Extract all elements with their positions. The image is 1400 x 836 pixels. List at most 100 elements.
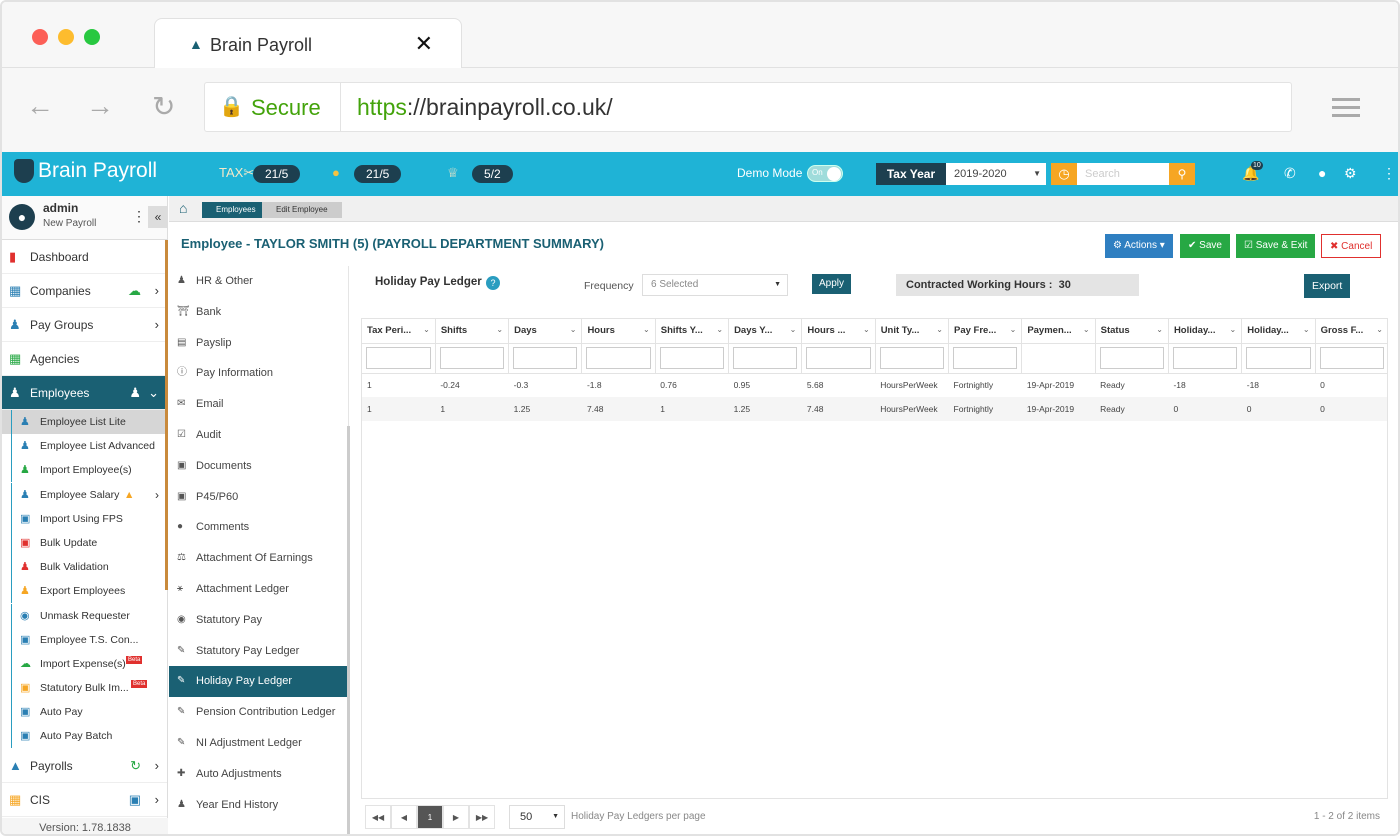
save-exit-button[interactable]: ☑ Save & Exit [1236,234,1316,258]
actions-button[interactable]: ⚙ Actions ▾ [1105,234,1173,258]
page-size-select[interactable]: 50 ▼ [509,805,565,829]
sub-item-employee-list-advanced[interactable]: ♟ Employee List Advanced [2,434,167,459]
tax-year-select[interactable]: 2019-2020 ▼ [946,163,1046,185]
column-filter-input[interactable] [439,347,505,369]
sub-item-import-fps[interactable]: ▣ Import Using FPS [2,506,167,531]
subnav-attachment-of-earnings[interactable]: ⚖ Attachment Of Earnings [169,543,348,574]
column-header[interactable]: Holiday... ⌄ [1168,319,1243,344]
url-text[interactable]: https://brainpayroll.co.uk/ [357,94,613,121]
tax-counter[interactable]: 21/5 [253,165,301,183]
column-filter-input[interactable] [659,347,725,369]
column-header[interactable]: Tax Peri... ⌄ [362,319,436,344]
table-row[interactable]: 1 1 1.25 7.48 1 1.25 7.48 HoursPerWeek Fortnight… [362,397,1387,421]
column-filter-input[interactable] [513,347,578,369]
sidebar-scrollbar[interactable] [165,240,168,590]
subnav-scrollbar[interactable] [347,426,350,834]
column-filter-input[interactable] [953,347,1018,369]
subnav-pay-information[interactable]: ⓘ Pay Information [169,358,348,389]
column-header[interactable]: Gross F... ⌄ [1315,319,1387,344]
subnav-audit[interactable]: ☑ Audit [169,420,348,451]
subnav-statutory-pay[interactable]: ◉ Statutory Pay [169,605,348,636]
subnav-email[interactable]: ✉ Email [169,389,348,420]
subnav-holiday-pay-ledger[interactable]: ✎ Holiday Pay Ledger [169,666,348,698]
close-window-button[interactable] [32,29,48,45]
search-icon[interactable]: ⚲ [1169,163,1195,185]
url-bar[interactable]: 🔒 Secure https://brainpayroll.co.uk/ [204,82,1292,132]
coins-counter[interactable]: 21/5 [354,165,402,183]
column-header[interactable]: Hours ⌄ [581,319,656,344]
column-filter-input[interactable] [1099,347,1164,369]
apply-button[interactable]: Apply [812,274,852,294]
reload-icon[interactable]: ↻ [152,90,175,123]
sub-item-import-employees[interactable]: ♟ Import Employee(s) [2,458,167,483]
subnav-p45-p60[interactable]: ▣ P45/P60 [169,482,348,513]
column-filter-input[interactable] [733,347,798,369]
column-filter-input[interactable] [879,347,944,369]
nav-item-dashboard[interactable]: ▮ Dashboard [2,240,167,274]
frequency-select[interactable]: 6 Selected ▼ [642,274,788,296]
cancel-button[interactable]: ✖ Cancel [1321,234,1382,258]
column-header[interactable]: Status ⌄ [1095,319,1169,344]
user-menu-icon[interactable]: ⋮ [132,208,146,225]
nav-item-cis[interactable]: ▦ CIS ▣ › [2,783,167,817]
column-header[interactable]: Hours ... ⌄ [801,319,876,344]
collapse-sidebar-icon[interactable]: « [148,206,168,228]
nav-item-employees[interactable]: ♟ Employees ♟ ⌄ [2,376,167,410]
nav-item-pay-groups[interactable]: ♟ Pay Groups › [2,308,167,342]
sub-item-employee-salary[interactable]: ♟ Employee Salary ▲ › [2,482,167,507]
back-icon[interactable]: ← [26,90,54,122]
current-page[interactable]: 1 [417,805,443,829]
column-filter-input[interactable] [586,347,651,369]
sub-item-export-employees[interactable]: ♟ Export Employees [2,579,167,604]
sub-item-employee-ts-con[interactable]: ▣ Employee T.S. Con... [2,627,167,652]
subnav-year-end-history[interactable]: ♟ Year End History [169,790,348,821]
last-page-icon[interactable]: ▶▶ [469,805,495,829]
subnav-payslip[interactable]: ▤ Payslip [169,328,348,359]
sub-item-auto-pay[interactable]: ▣ Auto Pay [2,700,167,725]
column-header[interactable]: Pay Fre... ⌄ [948,319,1023,344]
column-filter-input[interactable] [1172,347,1238,369]
next-page-icon[interactable]: ▶ [443,805,469,829]
home-icon[interactable]: ⌂ [179,200,187,216]
browser-tab[interactable]: ▲ Brain Payroll ✕ [154,18,462,69]
avatar[interactable]: ● [9,204,35,230]
subnav-auto-adjustments[interactable]: ✚ Auto Adjustments [169,759,348,790]
sub-item-bulk-validation[interactable]: ♟ Bulk Validation [2,555,167,580]
subnav-attachment-ledger[interactable]: ⚹ Attachment Ledger [169,574,348,605]
column-header[interactable]: Paymen... ⌄ [1021,319,1096,344]
subnav-documents[interactable]: ▣ Documents [169,451,348,482]
column-header[interactable]: Shifts ⌄ [435,319,510,344]
more-icon[interactable]: ⋮ [1382,165,1396,182]
clock-icon[interactable]: ◷ [1051,163,1077,185]
nav-item-payrolls[interactable]: ▲ Payrolls ↻ › [2,749,167,783]
sub-item-bulk-update[interactable]: ▣ Bulk Update [2,530,167,555]
subnav-hr-other[interactable]: ♟ HR & Other [169,266,348,297]
subnav-bank[interactable]: ⛩ Bank [169,297,348,328]
first-page-icon[interactable]: ◀◀ [365,805,391,829]
forward-icon[interactable]: → [86,90,114,122]
column-filter-input[interactable] [806,347,871,369]
nav-item-agencies[interactable]: ▦ Agencies [2,342,167,376]
breadcrumb-employees[interactable]: Employees [202,202,270,218]
sub-item-import-expenses[interactable]: ☁ Import Expense(s) Beta [2,651,167,676]
app-logo[interactable]: Brain Payroll [14,159,157,184]
column-header[interactable]: Holiday... ⌄ [1241,319,1316,344]
subnav-statutory-pay-ledger[interactable]: ✎ Statutory Pay Ledger [169,636,348,667]
subnav-ni-adjustment-ledger[interactable]: ✎ NI Adjustment Ledger [169,728,348,759]
subnav-comments[interactable]: ● Comments [169,512,348,543]
browser-menu-icon[interactable] [1332,98,1360,122]
table-row[interactable]: 1 -0.24 -0.3 -1.8 0.76 0.95 5.68 HoursPerWeek Fo… [362,373,1387,397]
sub-item-statutory-bulk-import[interactable]: ▣ Statutory Bulk Im... Beta [2,676,167,701]
subnav-pension-contribution-ledger[interactable]: ✎ Pension Contribution Ledger [169,697,348,728]
export-button[interactable]: Export [1304,274,1351,298]
column-header[interactable]: Unit Ty... ⌄ [875,319,950,344]
sub-item-unmask-requester[interactable]: ◉ Unmask Requester [2,603,167,628]
save-button[interactable]: ✔ Save [1180,234,1230,258]
maximize-window-button[interactable] [84,29,100,45]
sub-item-employee-list-lite[interactable]: ♟ Employee List Lite [2,410,167,435]
settings-icon[interactable]: ⚙ [1344,165,1357,182]
user-icon[interactable]: ● [1318,165,1326,181]
crown-counter[interactable]: 5/2 [472,165,513,183]
info-icon[interactable]: ? [486,276,500,290]
column-filter-input[interactable] [1246,347,1311,369]
